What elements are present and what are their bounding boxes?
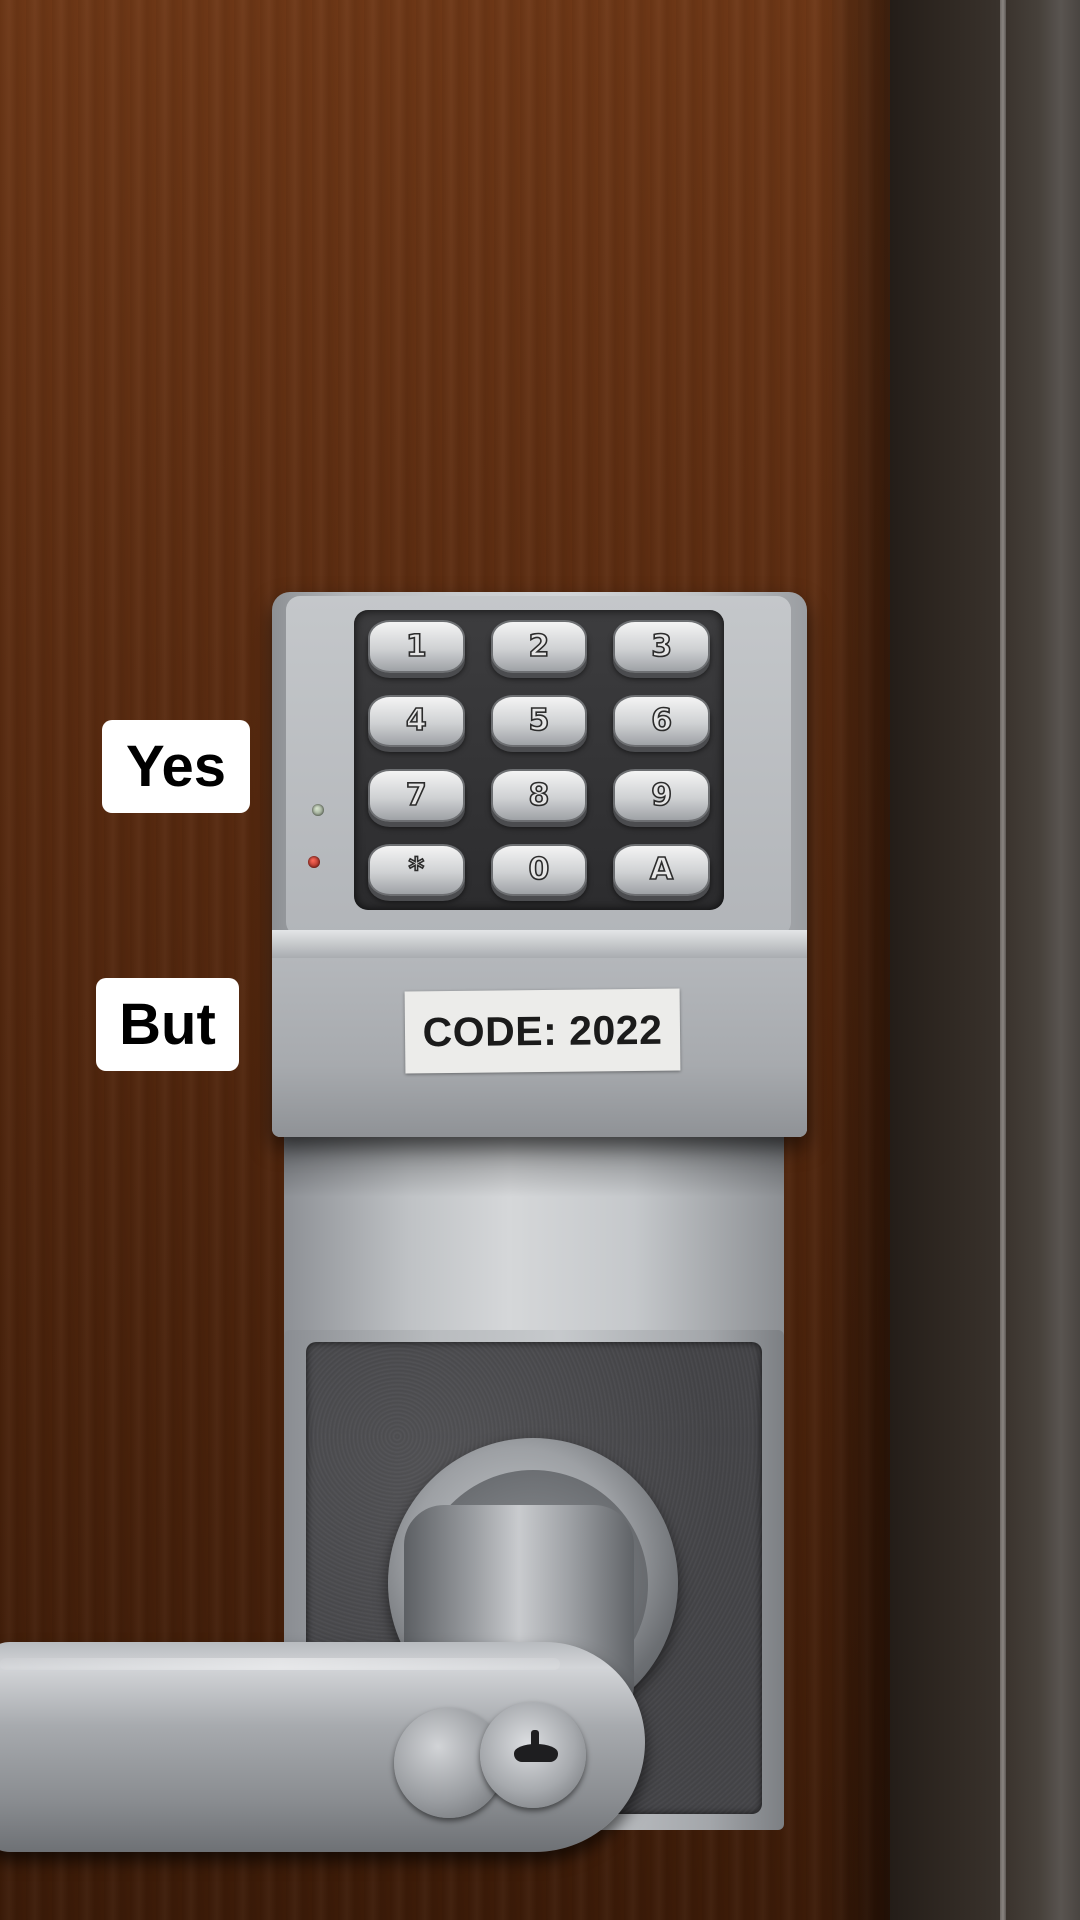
key-0[interactable]: 0 bbox=[490, 843, 588, 896]
door-edge-shadow bbox=[820, 0, 890, 1920]
key-6[interactable]: 6 bbox=[613, 694, 710, 747]
green-led-indicator bbox=[312, 804, 324, 816]
caption-yes: Yes bbox=[102, 720, 250, 813]
lever-highlight bbox=[0, 1658, 560, 1670]
key-star[interactable]: * bbox=[368, 843, 465, 896]
keypad: 1 2 3 4 5 6 7 8 9 * 0 A bbox=[368, 620, 710, 900]
key-2[interactable]: 2 bbox=[490, 620, 588, 673]
key-4[interactable]: 4 bbox=[368, 694, 465, 747]
key-1[interactable]: 1 bbox=[368, 620, 465, 673]
keypad-bezel: 1 2 3 4 5 6 7 8 9 * 0 A bbox=[354, 610, 724, 910]
red-led-indicator bbox=[308, 856, 320, 868]
caption-but: But bbox=[96, 978, 239, 1071]
lock-neck-shadow bbox=[284, 1137, 784, 1197]
housing-bevel bbox=[272, 930, 807, 958]
keyhole-icon bbox=[514, 1744, 558, 1762]
key-8[interactable]: 8 bbox=[490, 769, 588, 822]
door-frame-edge bbox=[1000, 0, 1006, 1920]
key-5[interactable]: 5 bbox=[490, 694, 588, 747]
key-7[interactable]: 7 bbox=[368, 769, 465, 822]
code-sticker-label: CODE: 2022 bbox=[404, 988, 681, 1074]
door-frame bbox=[890, 0, 1080, 1920]
key-9[interactable]: 9 bbox=[613, 769, 710, 822]
key-3[interactable]: 3 bbox=[613, 620, 710, 673]
key-a[interactable]: A bbox=[613, 843, 710, 896]
